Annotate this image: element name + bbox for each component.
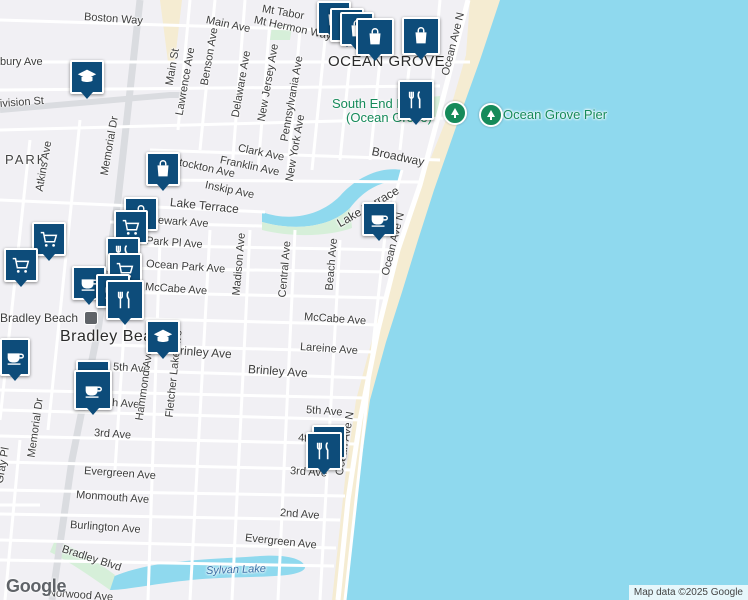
restaurant-pin-icon[interactable] [398,80,434,125]
map-attribution[interactable]: Map data ©2025 Google [628,585,748,600]
pier-park-icon[interactable] [479,103,503,127]
school-pin-icon[interactable] [70,60,104,99]
restaurant-pin-icon[interactable] [106,280,144,325]
shopping-bag-pin-icon[interactable] [356,18,394,61]
poi-label-ocean-grove-pier[interactable]: Ocean Grove Pier [503,108,607,121]
school-pin-icon[interactable] [146,320,180,359]
shopping-bag-pin-icon[interactable] [146,152,180,191]
park-icon[interactable] [443,101,467,125]
cafe-pin-icon[interactable] [362,202,396,241]
cafe-pin-icon[interactable] [0,338,30,381]
map-canvas[interactable]: OCEAN GROVE Bradley Beach PARK Boston Wa… [0,0,748,600]
restaurant-pin-icon[interactable] [306,432,342,475]
grocery-cart-pin-icon[interactable] [4,248,38,287]
station-label-bradley-beach: Bradley Beach [0,311,79,325]
street-label-bury-ave: bury Ave [0,56,43,68]
cafe-pin-icon[interactable] [74,370,112,415]
water-label-sylvan-lake: Sylvan Lake [205,562,267,577]
train-station-icon[interactable] [84,311,98,325]
town-label-ocean-grove: OCEAN GROVE [328,53,446,70]
shopping-bag-pin-icon[interactable] [402,17,440,60]
google-logo[interactable]: Google [6,576,67,597]
